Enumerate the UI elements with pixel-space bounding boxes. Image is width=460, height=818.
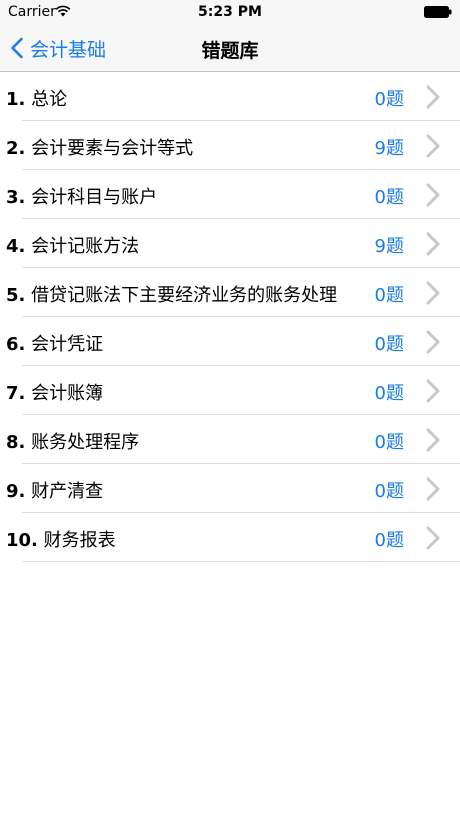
chapter-title: 4. 会计记账方法: [6, 232, 139, 258]
chevron-right-icon: [426, 281, 440, 305]
chapter-name: 会计账簿: [31, 383, 104, 404]
chapter-name: 财务报表: [43, 530, 116, 551]
question-count: 9题: [374, 236, 404, 257]
chapter-title: 1. 总论: [6, 85, 67, 111]
list-item[interactable]: 10. 财务报表 0题: [0, 513, 460, 562]
chevron-right-icon: [426, 330, 440, 354]
question-count: 0题: [374, 432, 404, 453]
chapter-name: 账务处理程序: [31, 432, 140, 453]
screen: Carrier 5:23 PM 会计基础 错题库 1. 总论 0题 2. 会计要…: [0, 0, 460, 818]
chevron-right-icon: [426, 183, 440, 207]
question-count: 0题: [374, 89, 404, 110]
chevron-right-icon: [426, 526, 440, 550]
page-title: 错题库: [201, 40, 259, 62]
chapter-title: 9. 财产清查: [6, 477, 103, 503]
chevron-right-icon: [426, 134, 440, 158]
list-item[interactable]: 5. 借贷记账法下主要经济业务的账务处理 0题: [0, 268, 460, 317]
chapter-title: 3. 会计科目与账户: [6, 183, 157, 209]
chapter-number: 6.: [6, 334, 26, 355]
question-count: 0题: [374, 481, 404, 502]
chapter-title: 2. 会计要素与会计等式: [6, 134, 193, 160]
status-bar: Carrier 5:23 PM: [0, 0, 460, 24]
chapter-name: 会计要素与会计等式: [31, 138, 194, 159]
list-item[interactable]: 9. 财产清查 0题: [0, 464, 460, 513]
list-item[interactable]: 7. 会计账簿 0题: [0, 366, 460, 415]
chapter-title: 5. 借贷记账法下主要经济业务的账务处理: [6, 281, 337, 307]
chapter-name: 总论: [31, 89, 68, 110]
chapter-name: 财产清查: [31, 481, 104, 502]
nav-bar: 会计基础 错题库: [0, 24, 460, 72]
top-bar: Carrier 5:23 PM 会计基础 错题库: [0, 0, 460, 72]
list-item[interactable]: 1. 总论 0题: [0, 72, 460, 121]
list-item[interactable]: 2. 会计要素与会计等式 9题: [0, 121, 460, 170]
chevron-right-icon: [426, 379, 440, 403]
chapter-title: 6. 会计凭证: [6, 330, 103, 356]
chapter-name: 会计记账方法: [31, 236, 140, 257]
chevron-right-icon: [426, 85, 440, 109]
chevron-right-icon: [426, 232, 440, 256]
chapter-name: 借贷记账法下主要经济业务的账务处理: [31, 285, 338, 306]
question-count: 0题: [374, 334, 404, 355]
chapter-number: 2.: [6, 138, 26, 159]
list-item[interactable]: 8. 账务处理程序 0题: [0, 415, 460, 464]
chevron-right-icon: [426, 428, 440, 452]
question-count: 0题: [374, 530, 404, 551]
status-time: 5:23 PM: [198, 4, 262, 20]
chapter-title: 10. 财务报表: [6, 526, 116, 552]
chapter-number: 4.: [6, 236, 26, 257]
chapter-number: 9.: [6, 481, 26, 502]
chapter-list: 1. 总论 0题 2. 会计要素与会计等式 9题 3. 会计科目与账户 0题 4…: [0, 72, 460, 562]
battery-icon: [424, 6, 452, 18]
chapter-number: 1.: [6, 89, 26, 110]
chapter-number: 8.: [6, 432, 26, 453]
chevron-right-icon: [426, 477, 440, 501]
question-count: 0题: [374, 383, 404, 404]
chapter-number: 5.: [6, 285, 26, 306]
list-item[interactable]: 6. 会计凭证 0题: [0, 317, 460, 366]
chapter-name: 会计凭证: [31, 334, 104, 355]
chapter-title: 8. 账务处理程序: [6, 428, 139, 454]
list-item[interactable]: 4. 会计记账方法 9题: [0, 219, 460, 268]
chapter-title: 7. 会计账簿: [6, 379, 103, 405]
question-count: 9题: [374, 138, 404, 159]
list-item[interactable]: 3. 会计科目与账户 0题: [0, 170, 460, 219]
chapter-number: 7.: [6, 383, 26, 404]
chapter-number: 10.: [6, 530, 38, 551]
chapter-number: 3.: [6, 187, 26, 208]
chapter-name: 会计科目与账户: [31, 187, 158, 208]
question-count: 0题: [374, 187, 404, 208]
question-count: 0题: [374, 285, 404, 306]
